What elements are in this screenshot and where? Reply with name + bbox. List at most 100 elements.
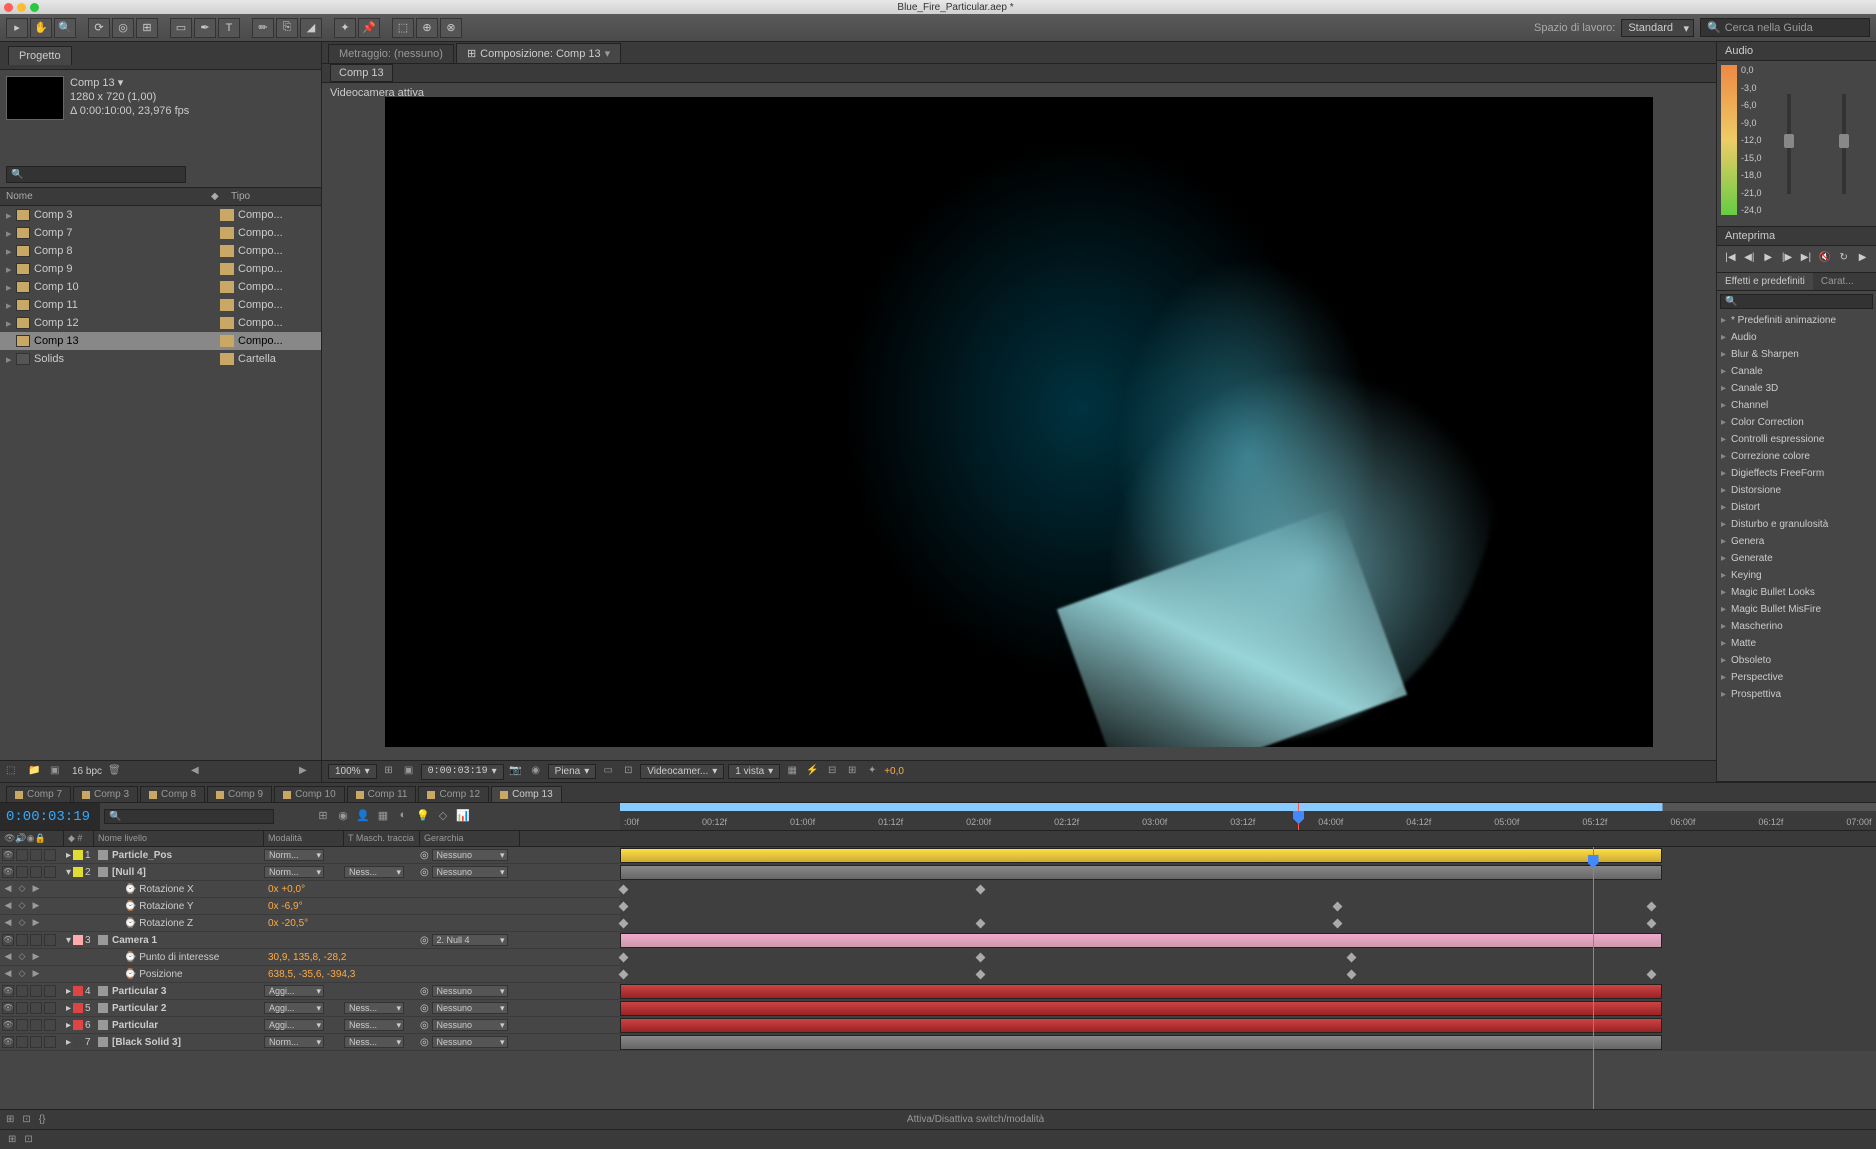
effect-category[interactable]: ▸Genera — [1717, 533, 1876, 550]
motion-blur-icon[interactable]: ◐ — [394, 809, 412, 825]
timeline-layer[interactable]: 👁 ▾2 [Null 4] Norm... Ness... ◎ Nessuno — [0, 864, 1876, 881]
composition-viewport[interactable] — [385, 97, 1653, 747]
timeline-tab[interactable]: Comp 3 — [73, 786, 138, 802]
effects-search[interactable] — [1720, 294, 1873, 309]
timeline-search[interactable] — [104, 809, 274, 824]
flowchart-icon[interactable]: ⊞ — [844, 765, 860, 779]
timeline-tab[interactable]: Comp 10 — [274, 786, 345, 802]
label-column[interactable]: ◆ # — [64, 831, 94, 846]
effect-category[interactable]: ▸* Predefiniti animazione — [1717, 312, 1876, 329]
audio-slider-left[interactable] — [1787, 94, 1791, 194]
snapshot-icon[interactable]: 📷 — [508, 765, 524, 779]
timecode-display[interactable]: 0:00:03:19 — [421, 764, 504, 780]
roi-icon[interactable]: ▭ — [600, 765, 616, 779]
comp-mini-flowchart-icon[interactable]: ⊞ — [314, 809, 332, 825]
loop-icon[interactable]: ↻ — [1836, 252, 1851, 266]
bpc-label[interactable]: 16 bpc — [72, 766, 102, 777]
pan-behind-tool[interactable]: ⊞ — [136, 18, 158, 38]
comp-thumbnail[interactable] — [6, 76, 64, 120]
timeline-layer[interactable]: 👁 ▸4 Particular 3 Aggi... ◎ Nessuno — [0, 983, 1876, 1000]
status-icon[interactable]: ⊞ — [8, 1134, 16, 1145]
timeline-tab[interactable]: Comp 11 — [347, 786, 417, 802]
comp-name[interactable]: Comp 13 ▾ — [70, 76, 189, 90]
project-item[interactable]: ▸SolidsCartella — [0, 350, 321, 368]
scroll-left-icon[interactable]: ◀ — [191, 765, 207, 779]
project-item[interactable]: ▸Comp 9Compo... — [0, 260, 321, 278]
timeline-icon[interactable]: ⊟ — [824, 765, 840, 779]
parent-column[interactable]: Gerarchia — [420, 831, 520, 846]
effect-category[interactable]: ▸Blur & Sharpen — [1717, 346, 1876, 363]
prev-frame-icon[interactable]: ◀| — [1742, 252, 1757, 266]
rotation-tool[interactable]: ⟳ — [88, 18, 110, 38]
effects-tab[interactable]: Effetti e predefiniti — [1717, 273, 1813, 290]
view-dropdown[interactable]: 1 vista — [728, 764, 780, 779]
audio-tab[interactable]: Audio — [1717, 42, 1876, 61]
effect-category[interactable]: ▸Mascherino — [1717, 618, 1876, 635]
brush-tool[interactable]: ✏ — [252, 18, 274, 38]
graph-editor-icon[interactable]: 📊 — [454, 809, 472, 825]
effect-category[interactable]: ▸Matte — [1717, 635, 1876, 652]
effect-category[interactable]: ▸Controlli espressione — [1717, 431, 1876, 448]
preview-tab[interactable]: Anteprima — [1717, 227, 1876, 246]
timeline-tab[interactable]: Comp 7 — [6, 786, 71, 802]
timeline-timecode[interactable]: 0:00:03:19 — [0, 803, 100, 830]
timeline-layer[interactable]: 👁 ▾3 Camera 1 ◎ 2. Null 4 — [0, 932, 1876, 949]
character-tab[interactable]: Carat... — [1813, 273, 1862, 290]
clone-tool[interactable]: ⎘ — [276, 18, 298, 38]
col-label-icon[interactable]: ◆ — [211, 191, 231, 202]
pen-tool[interactable]: ✒ — [194, 18, 216, 38]
effect-category[interactable]: ▸Keying — [1717, 567, 1876, 584]
effect-category[interactable]: ▸Color Correction — [1717, 414, 1876, 431]
camera-dropdown[interactable]: Videocamer... — [640, 764, 724, 779]
layer-property[interactable]: ◀◇▶ ⌚ Rotazione Y 0x -6,9° — [0, 898, 1876, 915]
effect-category[interactable]: ▸Digieffects FreeForm — [1717, 465, 1876, 482]
mute-icon[interactable]: 🔇 — [1817, 252, 1832, 266]
effect-category[interactable]: ▸Generate — [1717, 550, 1876, 567]
footage-tab[interactable]: Metraggio: (nessuno) — [328, 44, 454, 63]
channel-icon[interactable]: ◉ — [528, 765, 544, 779]
effect-category[interactable]: ▸Prospettiva — [1717, 686, 1876, 703]
col-name[interactable]: Nome — [6, 191, 211, 202]
first-frame-icon[interactable]: |◀ — [1723, 252, 1738, 266]
effect-category[interactable]: ▸Channel — [1717, 397, 1876, 414]
effect-category[interactable]: ▸Correzione colore — [1717, 448, 1876, 465]
layer-property[interactable]: ◀◇▶ ⌚ Rotazione X 0x +0,0° — [0, 881, 1876, 898]
brainstorm-icon[interactable]: 💡 — [414, 809, 432, 825]
interpret-footage-icon[interactable]: ⬚ — [6, 765, 22, 779]
selection-tool[interactable]: ▸ — [6, 18, 28, 38]
workspace-dropdown[interactable]: Standard — [1621, 19, 1694, 37]
camera-tool[interactable]: ◎ — [112, 18, 134, 38]
view-axis[interactable]: ⊗ — [440, 18, 462, 38]
help-search[interactable]: 🔍 Cerca nella Guida — [1700, 18, 1870, 37]
auto-keyframe-icon[interactable]: ◇ — [434, 809, 452, 825]
local-axis[interactable]: ⬚ — [392, 18, 414, 38]
timeline-tab[interactable]: Comp 13 — [491, 786, 562, 802]
hand-tool[interactable]: ✋ — [30, 18, 52, 38]
resolution-dropdown[interactable]: Piena — [548, 764, 597, 779]
timeline-tab[interactable]: Comp 12 — [418, 786, 489, 802]
delete-icon[interactable]: 🗑 — [108, 765, 124, 779]
status-icon2[interactable]: ⊡ — [24, 1134, 32, 1145]
project-item[interactable]: ▸Comp 8Compo... — [0, 242, 321, 260]
grid-icon[interactable]: ⊞ — [381, 765, 397, 779]
zoom-tool[interactable]: 🔍 — [54, 18, 76, 38]
timeline-tab[interactable]: Comp 9 — [207, 786, 272, 802]
name-column[interactable]: Nome livello — [94, 831, 264, 846]
exposure-reset-icon[interactable]: ✦ — [864, 765, 880, 779]
timeline-ruler[interactable]: :00f00:12f01:00f01:12f02:00f02:12f03:00f… — [620, 803, 1876, 830]
project-tab[interactable]: Progetto — [8, 46, 72, 65]
project-search[interactable] — [6, 166, 186, 183]
toggle-switches-icon3[interactable]: {} — [39, 1114, 46, 1125]
effect-category[interactable]: ▸Distorsione — [1717, 482, 1876, 499]
timeline-layer[interactable]: 👁 ▸7 [Black Solid 3] Norm... Ness... ◎ N… — [0, 1034, 1876, 1051]
layer-property[interactable]: ◀◇▶ ⌚ Posizione 638,5, -35,6, -394,3 — [0, 966, 1876, 983]
effect-category[interactable]: ▸Magic Bullet MisFire — [1717, 601, 1876, 618]
exposure-value[interactable]: +0,0 — [884, 766, 904, 777]
footer-text[interactable]: Attiva/Disattiva switch/modalità — [907, 1114, 1044, 1125]
composition-tab[interactable]: ⊞ Composizione: Comp 13 ▾ — [456, 43, 621, 63]
timeline-layer[interactable]: 👁 ▸6 Particular Aggi... Ness... ◎ Nessun… — [0, 1017, 1876, 1034]
toggle-switches-icon2[interactable]: ⊡ — [22, 1114, 30, 1125]
eraser-tool[interactable]: ◢ — [300, 18, 322, 38]
draft-3d-icon[interactable]: ◉ — [334, 809, 352, 825]
pixel-aspect-icon[interactable]: ▦ — [784, 765, 800, 779]
